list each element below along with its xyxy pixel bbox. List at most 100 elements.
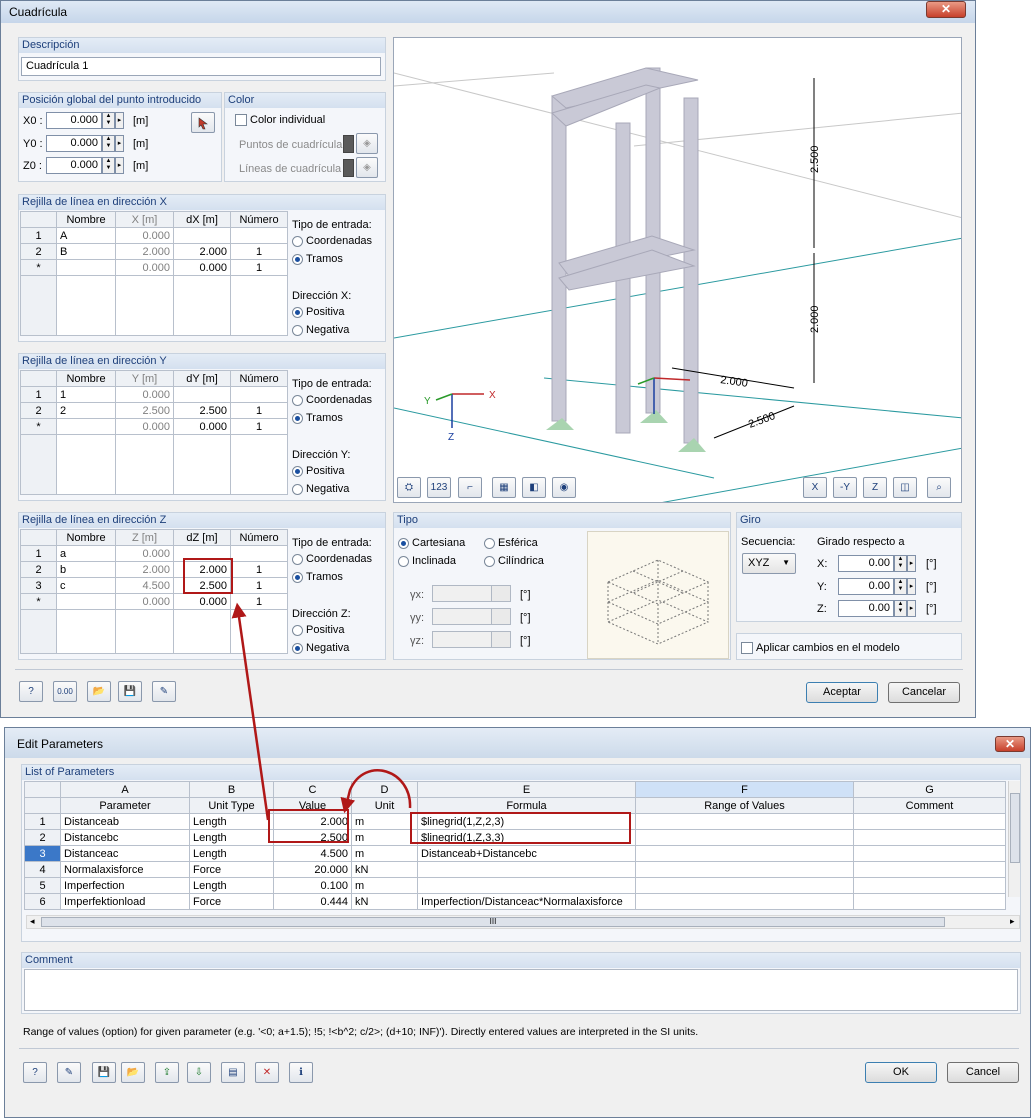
pick-point-button[interactable] bbox=[191, 112, 215, 133]
col-letter[interactable]: A bbox=[60, 781, 190, 798]
table-row[interactable]: * 0.000 0.000 1 bbox=[20, 593, 288, 610]
help-button[interactable]: ? bbox=[23, 1062, 47, 1083]
sequence-dropdown[interactable]: XYZ ▼ bbox=[742, 553, 796, 574]
radio-circle[interactable] bbox=[292, 306, 303, 318]
coordinates-radio[interactable]: Coordenadas bbox=[292, 553, 372, 565]
col-letter[interactable]: B bbox=[189, 781, 274, 798]
coordinates-radio[interactable]: Coordenadas bbox=[292, 235, 372, 247]
unit-cell[interactable]: m bbox=[351, 829, 418, 846]
number-cell[interactable]: 1 bbox=[230, 561, 288, 578]
parameter-cell[interactable]: Normalaxisforce bbox=[60, 861, 190, 878]
close-button[interactable]: ✕ bbox=[995, 736, 1025, 752]
rot-z-updown[interactable]: ▲ ▼ bbox=[894, 600, 907, 617]
open-button[interactable]: 📂 bbox=[121, 1062, 145, 1083]
unit-type-cell[interactable]: Force bbox=[189, 893, 274, 910]
delta-cell[interactable]: 2.500 bbox=[173, 402, 231, 419]
y0-arrow[interactable]: ▸ bbox=[115, 135, 124, 152]
rot-y-spinner[interactable]: 0.00 ▲ ▼ ▸ bbox=[838, 578, 916, 595]
radio-circle[interactable] bbox=[292, 483, 303, 495]
info-button[interactable]: ℹ bbox=[289, 1062, 313, 1083]
rot-x-spinner[interactable]: 0.00 ▲ ▼ ▸ bbox=[838, 555, 916, 572]
radio-circle[interactable] bbox=[292, 465, 303, 477]
name-cell[interactable]: a bbox=[56, 545, 116, 562]
range-cell[interactable] bbox=[635, 893, 854, 910]
x0-arrow[interactable]: ▸ bbox=[115, 112, 124, 129]
name-cell[interactable] bbox=[56, 593, 116, 610]
range-cell[interactable] bbox=[635, 845, 854, 862]
range-cell[interactable] bbox=[635, 829, 854, 846]
value-cell[interactable]: 0.444 bbox=[273, 893, 352, 910]
view-y-button[interactable]: -Y bbox=[833, 477, 857, 498]
view-x-button[interactable]: X bbox=[803, 477, 827, 498]
table-row[interactable]: 1 a 0.000 bbox=[20, 545, 288, 562]
table-row[interactable]: 2 2 2.500 2.500 1 bbox=[20, 402, 288, 419]
table-row[interactable]: 3 c 4.500 2.500 1 bbox=[20, 577, 288, 594]
name-cell[interactable]: 1 bbox=[56, 386, 116, 403]
rot-x-arrow[interactable]: ▸ bbox=[907, 555, 916, 572]
y0-value[interactable]: 0.000 bbox=[46, 135, 102, 152]
delete-button[interactable]: ✕ bbox=[255, 1062, 279, 1083]
save-button[interactable]: 💾 bbox=[118, 681, 142, 702]
table-row[interactable]: 1 A 0.000 bbox=[20, 227, 288, 244]
parameter-cell[interactable]: Distanceac bbox=[60, 845, 190, 862]
col-letter[interactable]: C bbox=[273, 781, 352, 798]
radio-circle[interactable] bbox=[292, 642, 303, 654]
value-cell[interactable]: 4.500 bbox=[273, 845, 352, 862]
cartesian-radio[interactable]: Cartesiana bbox=[398, 537, 465, 549]
name-cell[interactable]: B bbox=[56, 243, 116, 260]
radio-circle[interactable] bbox=[292, 394, 303, 406]
view-settings-button[interactable]: ⛭ bbox=[397, 477, 421, 498]
rot-y-value[interactable]: 0.00 bbox=[838, 578, 894, 595]
radio-circle[interactable] bbox=[292, 624, 303, 636]
radio-circle[interactable] bbox=[292, 253, 303, 265]
number-cell[interactable]: 1 bbox=[230, 593, 288, 610]
rot-x-value[interactable]: 0.00 bbox=[838, 555, 894, 572]
comment-cell[interactable] bbox=[853, 813, 1006, 830]
value-cell[interactable]: 0.100 bbox=[273, 877, 352, 894]
scroll-thumb[interactable]: III bbox=[41, 917, 945, 927]
rot-z-value[interactable]: 0.00 bbox=[838, 600, 894, 617]
open-button[interactable]: 📂 bbox=[87, 681, 111, 702]
delta-cell[interactable]: 0.000 bbox=[173, 259, 231, 276]
col-letter[interactable]: G bbox=[853, 781, 1006, 798]
number-cell[interactable]: 1 bbox=[230, 418, 288, 435]
gamma-x-input[interactable] bbox=[432, 585, 492, 602]
description-input[interactable]: Cuadrícula 1 bbox=[21, 57, 381, 76]
positive-radio[interactable]: Positiva bbox=[292, 624, 345, 636]
model-preview-3d[interactable]: 2.500 2.000 2.000 2.500 X Y Z bbox=[393, 37, 962, 503]
y0-updown[interactable]: ▲ ▼ bbox=[102, 135, 115, 152]
unit-type-cell[interactable]: Length bbox=[189, 829, 274, 846]
comment-cell[interactable] bbox=[853, 861, 1006, 878]
name-cell[interactable]: 2 bbox=[56, 402, 116, 419]
coordinates-radio[interactable]: Coordenadas bbox=[292, 394, 372, 406]
name-cell[interactable] bbox=[56, 418, 116, 435]
name-cell[interactable] bbox=[56, 259, 116, 276]
range-cell[interactable] bbox=[635, 813, 854, 830]
comment-textarea[interactable] bbox=[24, 969, 1018, 1011]
x0-spinner[interactable]: 0.000 ▲ ▼ ▸ bbox=[46, 112, 124, 129]
unit-type-cell[interactable]: Force bbox=[189, 861, 274, 878]
number-cell[interactable] bbox=[230, 227, 288, 244]
units-button[interactable]: 0.00 bbox=[53, 681, 77, 702]
gamma-x-spin[interactable] bbox=[491, 585, 511, 602]
name-cell[interactable]: A bbox=[56, 227, 116, 244]
value-cell[interactable]: 20.000 bbox=[273, 861, 352, 878]
gamma-y-input[interactable] bbox=[432, 608, 492, 625]
display-button[interactable]: ◧ bbox=[522, 477, 546, 498]
gamma-z-input[interactable] bbox=[432, 631, 492, 648]
positive-radio[interactable]: Positiva bbox=[292, 465, 345, 477]
comment-cell[interactable] bbox=[853, 829, 1006, 846]
unit-cell[interactable]: m bbox=[351, 813, 418, 830]
delta-cell[interactable] bbox=[173, 386, 231, 403]
gamma-z-spin[interactable] bbox=[491, 631, 511, 648]
ok-button[interactable]: OK bbox=[865, 1062, 937, 1083]
view-z-button[interactable]: Z bbox=[863, 477, 887, 498]
individual-color-checkbox[interactable]: Color individual bbox=[235, 114, 325, 126]
grid-lines-color-button[interactable]: ◈ bbox=[356, 157, 378, 178]
cylindrical-radio[interactable]: Cilíndrica bbox=[484, 555, 544, 567]
scroll-thumb[interactable] bbox=[1010, 793, 1020, 863]
unit-cell[interactable]: kN bbox=[351, 861, 418, 878]
spans-radio[interactable]: Tramos bbox=[292, 253, 343, 265]
delta-cell[interactable]: 0.000 bbox=[173, 418, 231, 435]
z0-arrow[interactable]: ▸ bbox=[115, 157, 124, 174]
